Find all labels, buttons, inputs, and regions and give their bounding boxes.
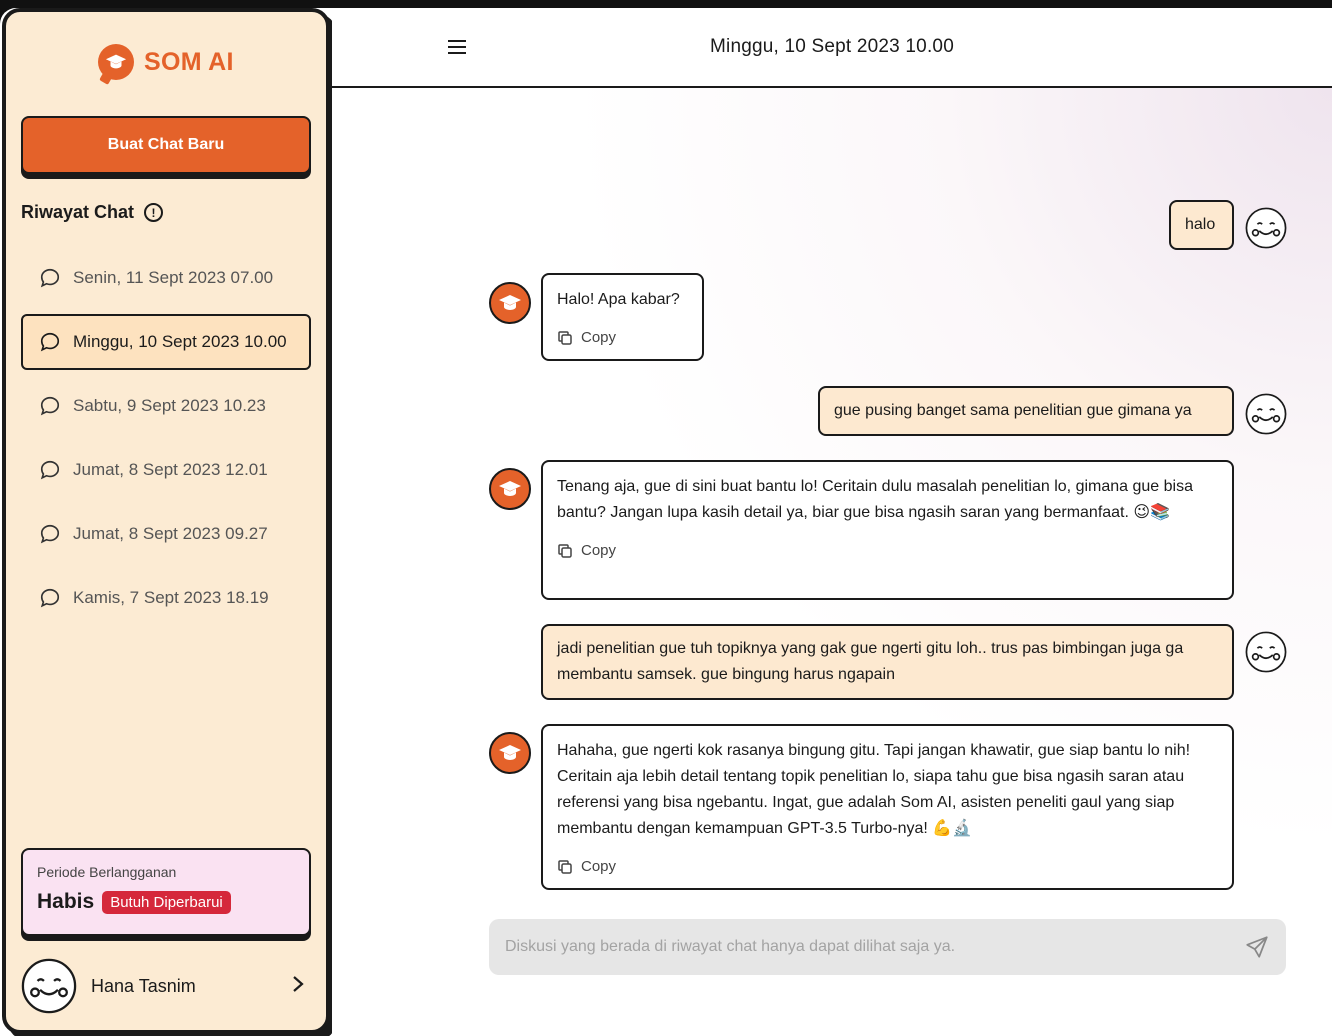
history-item-label: Jumat, 8 Sept 2023 12.01 bbox=[73, 460, 268, 479]
chat-bubble-icon bbox=[40, 460, 60, 480]
history-header: Riwayat Chat ! bbox=[21, 202, 164, 223]
history-item-label: Senin, 11 Sept 2023 07.00 bbox=[73, 268, 274, 287]
sidebar: SOM AI Buat Chat Baru Riwayat Chat ! Sen… bbox=[2, 8, 330, 1034]
history-item-label: Kamis, 7 Sept 2023 18.19 bbox=[73, 588, 269, 607]
history-item[interactable]: Senin, 11 Sept 2023 07.00 bbox=[21, 250, 311, 306]
chat-bubble-icon bbox=[40, 332, 60, 352]
copy-label: Copy bbox=[581, 329, 617, 346]
copy-icon bbox=[558, 331, 572, 345]
bot-avatar-icon bbox=[489, 732, 531, 774]
bot-message-text: Tenang aja, gue di sini buat bantu lo! C… bbox=[557, 478, 1193, 521]
history-item[interactable]: Jumat, 8 Sept 2023 12.01 bbox=[21, 442, 311, 498]
copy-label: Copy bbox=[581, 858, 617, 875]
copy-icon bbox=[558, 544, 572, 558]
copy-icon bbox=[558, 860, 572, 874]
history-item-label: Minggu, 10 Sept 2023 10.00 bbox=[73, 332, 287, 351]
info-icon[interactable]: ! bbox=[144, 203, 164, 222]
history-item-label: Jumat, 8 Sept 2023 09.27 bbox=[73, 524, 268, 543]
user-profile-row[interactable]: Hana Tasnim bbox=[21, 956, 311, 1016]
bot-message: Halo! Apa kabar? Copy bbox=[541, 273, 704, 361]
history-title: Riwayat Chat bbox=[21, 202, 135, 222]
smiley-avatar-icon bbox=[1245, 393, 1287, 435]
user-message: halo bbox=[1169, 200, 1234, 250]
bot-message: Tenang aja, gue di sini buat bantu lo! C… bbox=[541, 460, 1234, 600]
bot-avatar-icon bbox=[489, 282, 531, 324]
copy-label: Copy bbox=[581, 542, 617, 559]
brand[interactable]: SOM AI bbox=[98, 42, 234, 82]
new-chat-button[interactable]: Buat Chat Baru bbox=[21, 116, 311, 174]
message-input[interactable] bbox=[505, 938, 1244, 956]
chat-panel: Minggu, 10 Sept 2023 10.00 halo Halo! Ap… bbox=[332, 8, 1332, 1036]
chat-bubble-icon bbox=[40, 268, 60, 288]
graduation-cap-logo-icon bbox=[98, 44, 134, 80]
smiley-avatar-icon bbox=[21, 958, 77, 1014]
chat-bubble-icon bbox=[40, 524, 60, 544]
smiley-avatar-icon bbox=[1245, 207, 1287, 249]
bot-message-text: Hahaha, gue ngerti kok rasanya bingung g… bbox=[557, 742, 1191, 837]
chevron-right-icon[interactable] bbox=[291, 972, 305, 1000]
history-item-label: Sabtu, 9 Sept 2023 10.23 bbox=[73, 396, 266, 415]
history-item-active[interactable]: Minggu, 10 Sept 2023 10.00 bbox=[21, 314, 311, 370]
history-item[interactable]: Kamis, 7 Sept 2023 18.19 bbox=[21, 570, 311, 626]
message-composer bbox=[489, 919, 1286, 975]
smiley-avatar-icon bbox=[1245, 631, 1287, 673]
subscription-period-label: Periode Berlangganan bbox=[37, 864, 177, 880]
renewal-badge: Butuh Diperbarui bbox=[102, 890, 231, 914]
brand-name: SOM AI bbox=[144, 47, 234, 76]
user-bubble-text: jadi penelitian gue tuh topiknya yang ga… bbox=[557, 640, 1184, 683]
bot-avatar-icon bbox=[489, 468, 531, 510]
user-message: gue pusing banget sama penelitian gue gi… bbox=[818, 386, 1234, 436]
subscription-status: Habis bbox=[37, 890, 95, 913]
copy-button[interactable]: Copy bbox=[557, 538, 616, 564]
history-item[interactable]: Jumat, 8 Sept 2023 09.27 bbox=[21, 506, 311, 562]
chat-date-title: Minggu, 10 Sept 2023 10.00 bbox=[710, 36, 954, 57]
user-name: Hana Tasnim bbox=[91, 975, 196, 996]
chat-bubble-icon bbox=[40, 588, 60, 608]
copy-button[interactable]: Copy bbox=[557, 325, 616, 351]
user-bubble-text: gue pusing banget sama penelitian gue gi… bbox=[834, 402, 1192, 419]
top-bar: Minggu, 10 Sept 2023 10.00 bbox=[332, 8, 1332, 88]
bot-message: Hahaha, gue ngerti kok rasanya bingung g… bbox=[541, 724, 1234, 890]
send-icon[interactable] bbox=[1244, 934, 1270, 960]
copy-button[interactable]: Copy bbox=[557, 854, 616, 880]
chat-history-list: Senin, 11 Sept 2023 07.00 Minggu, 10 Sep… bbox=[21, 250, 311, 634]
user-message: jadi penelitian gue tuh topiknya yang ga… bbox=[541, 624, 1234, 700]
history-item[interactable]: Sabtu, 9 Sept 2023 10.23 bbox=[21, 378, 311, 434]
bot-message-text: Halo! Apa kabar? bbox=[557, 291, 680, 308]
subscription-card[interactable]: Periode Berlangganan Habis Butuh Diperba… bbox=[21, 848, 311, 936]
chat-bubble-icon bbox=[40, 396, 60, 416]
user-bubble-text: halo bbox=[1169, 200, 1234, 250]
